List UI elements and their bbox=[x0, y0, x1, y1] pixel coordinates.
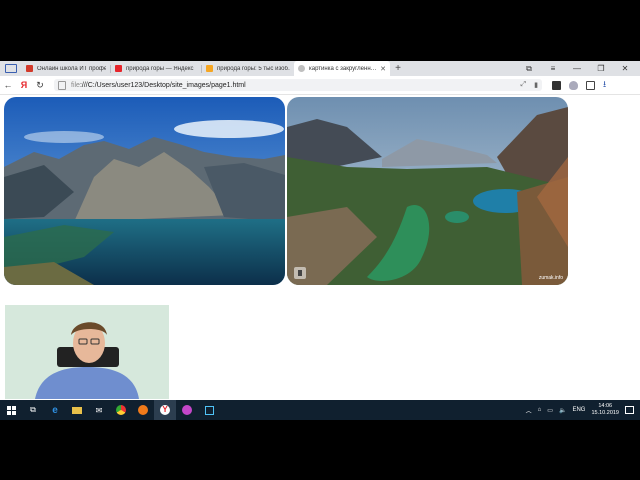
volume-icon[interactable]: 🔈 bbox=[559, 407, 566, 414]
folder-icon bbox=[72, 406, 82, 414]
tab-title: Онлайн школа ИТ профе… bbox=[37, 65, 106, 72]
tab-1[interactable]: природа горы — Яндекс bbox=[111, 61, 201, 76]
menu-button[interactable]: ≡ bbox=[546, 64, 560, 73]
mail-icon: ✉ bbox=[95, 405, 103, 415]
file-explorer-button[interactable] bbox=[66, 400, 88, 420]
edge-icon: e bbox=[52, 404, 58, 416]
presenter-graphic bbox=[5, 305, 169, 399]
firefox-icon bbox=[138, 405, 148, 415]
app-icon bbox=[182, 405, 192, 415]
reload-icon[interactable]: ↻ bbox=[32, 80, 48, 91]
mountain-image-2-graphic bbox=[287, 97, 568, 285]
notifications-center-icon[interactable] bbox=[625, 406, 634, 414]
save-image-icon[interactable] bbox=[294, 267, 306, 279]
mountain-image-1 bbox=[4, 97, 285, 285]
mail-button[interactable]: ✉ bbox=[88, 400, 110, 420]
chrome-icon bbox=[116, 405, 126, 415]
bookmarks-manager-icon[interactable]: ⧉ bbox=[522, 64, 536, 74]
new-tab-button[interactable]: + bbox=[390, 63, 406, 74]
chrome-button[interactable] bbox=[110, 400, 132, 420]
windows-logo-icon bbox=[6, 405, 16, 415]
language-indicator[interactable]: ENG bbox=[572, 407, 585, 413]
tab-title: природа горы — Яндекс bbox=[126, 65, 194, 72]
start-button[interactable] bbox=[0, 400, 22, 420]
edge-button[interactable]: e bbox=[44, 400, 66, 420]
tab-0[interactable]: Онлайн школа ИТ профе… bbox=[22, 61, 110, 76]
system-tray: ︿ ⌂ ▭ 🔈 ENG 14:06 15.10.2019 bbox=[526, 403, 640, 417]
yandex-logo-icon[interactable]: Я bbox=[16, 80, 32, 90]
notifications-icon[interactable] bbox=[586, 80, 595, 90]
favicon-icon bbox=[26, 65, 33, 72]
tab-title: природа горы: 5 тыс изоб… bbox=[217, 65, 290, 72]
screen: Онлайн школа ИТ профе… природа горы — Ян… bbox=[0, 61, 640, 420]
back-arrow-icon[interactable]: ← bbox=[0, 80, 16, 90]
url-field[interactable]: file:///C:/Users/user123/Desktop/site_im… bbox=[54, 79, 542, 91]
image-favicon-icon bbox=[206, 65, 213, 72]
file-favicon-icon bbox=[298, 65, 305, 72]
yandex-favicon-icon bbox=[115, 65, 122, 72]
firefox-button[interactable] bbox=[132, 400, 154, 420]
task-view-icon: ⧉ bbox=[30, 405, 36, 414]
tab-2[interactable]: природа горы: 5 тыс изоб… bbox=[202, 61, 294, 76]
windows-taskbar: ⧉ e ✉ Y ︿ ⌂ ▭ 🔈 ENG 14:06 15.10.2019 bbox=[0, 400, 640, 420]
address-bar: ← Я ↻ file:///C:/Users/user123/Desktop/s… bbox=[0, 76, 640, 95]
task-view-button[interactable]: ⧉ bbox=[22, 400, 44, 420]
recorder-button[interactable] bbox=[198, 400, 220, 420]
tabs-icon bbox=[5, 64, 17, 73]
webcam-overlay bbox=[5, 305, 169, 399]
bookmark-icon[interactable]: ▮ bbox=[534, 81, 538, 89]
mountain-image-1-graphic bbox=[4, 97, 285, 285]
clock-date: 15.10.2019 bbox=[591, 410, 619, 416]
app-button[interactable] bbox=[176, 400, 198, 420]
network-icon[interactable]: ⌂ bbox=[538, 407, 542, 413]
minimize-button[interactable]: — bbox=[570, 64, 584, 73]
extension-icon[interactable] bbox=[552, 80, 561, 90]
downloads-icon[interactable]: ⭳ bbox=[603, 77, 606, 93]
tab-3-active[interactable]: картинка с закругленн… ✕ bbox=[294, 61, 390, 76]
chevron-up-icon[interactable]: ︿ bbox=[526, 406, 532, 415]
url-scheme: file bbox=[71, 81, 80, 89]
url-path: :///C:/Users/user123/Desktop/site_images… bbox=[79, 81, 246, 89]
tab-bar: Онлайн школа ИТ профе… природа горы — Ян… bbox=[0, 61, 640, 76]
tabs-menu-button[interactable] bbox=[0, 61, 22, 76]
mountain-image-2: zumak.info bbox=[287, 97, 568, 285]
url-text: file:///C:/Users/user123/Desktop/site_im… bbox=[71, 82, 246, 89]
yandex-browser-button[interactable]: Y bbox=[154, 400, 176, 420]
protect-shield-icon[interactable] bbox=[569, 80, 578, 90]
translate-icon[interactable]: ⤢ bbox=[521, 81, 527, 89]
image-watermark: zumak.info bbox=[538, 275, 563, 281]
clock[interactable]: 14:06 15.10.2019 bbox=[591, 403, 619, 417]
recorder-icon bbox=[204, 405, 214, 415]
letterbox-bottom bbox=[0, 420, 640, 480]
yandex-browser-icon: Y bbox=[160, 405, 170, 415]
tab-title: картинка с закругленн… bbox=[309, 65, 377, 72]
maximize-button[interactable]: ❐ bbox=[594, 64, 608, 73]
close-tab-icon[interactable]: ✕ bbox=[380, 65, 386, 73]
file-icon bbox=[58, 80, 66, 90]
close-window-button[interactable]: ✕ bbox=[618, 64, 632, 73]
display-icon[interactable]: ▭ bbox=[547, 407, 553, 414]
clock-time: 14:06 bbox=[598, 403, 613, 409]
